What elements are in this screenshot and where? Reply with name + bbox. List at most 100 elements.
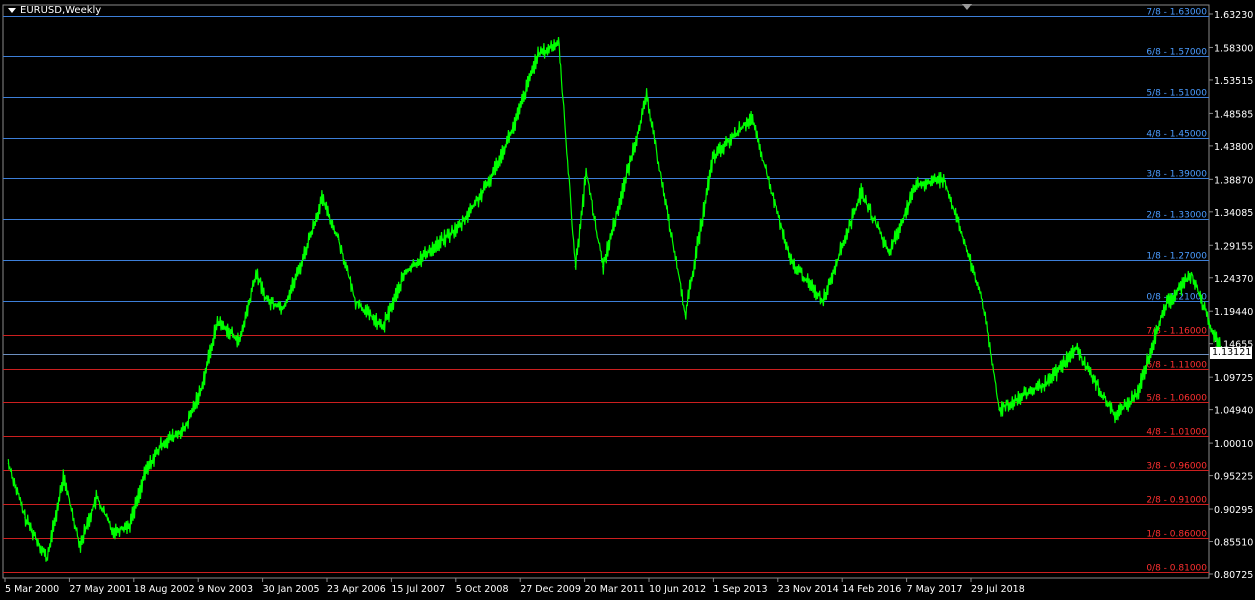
price-point-22: [403, 272, 406, 275]
price-point-21: [381, 327, 384, 329]
price-point-27: [535, 55, 538, 57]
murrey-upper-label-6: 1/8 - 1.27000: [1146, 252, 1207, 262]
y-tick-label-16: 0.85510: [1214, 538, 1253, 549]
price-point-38: [860, 191, 862, 193]
x-tick-label-1: 27 May 2001: [69, 584, 131, 595]
price-point-18: [321, 198, 323, 200]
price-point-24: [458, 225, 461, 227]
price-point-42: [981, 300, 983, 302]
price-point-11: [200, 388, 202, 390]
price-point-12: [216, 320, 218, 322]
y-tick-label-0: 1.63230: [1214, 10, 1253, 21]
murrey-lower-label-4: 3/8 - 0.96000: [1146, 462, 1207, 472]
price-point-19: [337, 238, 339, 241]
price-point-10: [183, 429, 185, 431]
price-point-20: [354, 300, 356, 302]
price-point-36: [789, 259, 791, 261]
y-tick-label-5: 1.38870: [1214, 175, 1253, 186]
price-point-31: [602, 266, 604, 268]
murrey-lower-label-7: 0/8 - 0.81000: [1146, 564, 1207, 574]
y-tick-label-1: 1.58300: [1214, 43, 1253, 54]
x-tick-label-6: 15 Jul 2007: [391, 584, 445, 595]
price-point-43: [998, 408, 1000, 410]
y-tick-label-13: 1.00010: [1214, 439, 1253, 450]
murrey-lower-label-6: 1/8 - 0.86000: [1146, 530, 1207, 540]
y-tick-label-9: 1.19440: [1214, 307, 1253, 318]
murrey-lower-label-1: 6/8 - 1.11000: [1146, 361, 1207, 371]
price-point-4: [79, 544, 81, 546]
price-point-34: [712, 157, 714, 159]
y-tick-label-17: 0.80725: [1214, 570, 1253, 581]
murrey-upper-label-1: 6/8 - 1.57000: [1146, 48, 1207, 58]
price-series-line: [7, 37, 1225, 562]
x-tick-label-11: 1 Sep 2013: [713, 584, 767, 595]
chart-frame[interactable]: 7/8 - 1.63000 6/8 - 1.57000 5/8 - 1.51000 4…: [0, 0, 1255, 600]
dropdown-triangle-icon[interactable]: [8, 8, 16, 13]
plot-frame: [2, 4, 1210, 579]
x-tick-label-0: 5 Mar 2000: [5, 584, 59, 595]
price-point-1: [24, 517, 26, 519]
price-point-39: [888, 252, 890, 254]
price-point-23: [425, 252, 428, 254]
murrey-upper-label-5: 2/8 - 1.33000: [1146, 211, 1207, 221]
x-tick-label-10: 10 Jun 2012: [649, 584, 706, 595]
y-tick-label-3: 1.48585: [1214, 109, 1253, 120]
x-tick-label-8: 27 Dec 2009: [520, 584, 581, 595]
murrey-lower-label-3: 4/8 - 1.01000: [1146, 428, 1207, 438]
price-point-26: [513, 123, 516, 125]
price-point-6: [112, 530, 114, 533]
x-tick-label-14: 7 May 2017: [907, 584, 963, 595]
x-tick-label-3: 9 Nov 2003: [198, 584, 253, 595]
murrey-upper-label-0: 7/8 - 1.63000: [1146, 8, 1207, 18]
price-point-30: [585, 171, 587, 173]
price-point-2: [46, 558, 48, 560]
price-point-48: [1163, 306, 1165, 308]
price-point-0: [7, 462, 9, 465]
price-point-13: [238, 340, 240, 342]
price-point-46: [1113, 415, 1115, 417]
y-tick-label-15: 0.90295: [1214, 505, 1253, 516]
x-tick-label-5: 23 Apr 2006: [327, 584, 386, 595]
price-point-33: [684, 313, 686, 315]
price-point-14: [255, 272, 257, 275]
murrey-lower-label-2: 5/8 - 1.06000: [1146, 394, 1207, 404]
x-tick-label-12: 23 Nov 2014: [778, 584, 839, 595]
x-tick-label-13: 14 Feb 2016: [842, 584, 901, 595]
price-point-5: [95, 496, 97, 499]
murrey-lower-label-5: 2/8 - 0.91000: [1146, 496, 1207, 506]
price-point-45: [1075, 347, 1077, 349]
y-tick-label-8: 1.24370: [1214, 274, 1253, 285]
x-tick-label-9: 20 Mar 2011: [585, 584, 645, 595]
y-tick-label-4: 1.43800: [1214, 142, 1253, 153]
murrey-upper-label-2: 5/8 - 1.51000: [1146, 89, 1207, 99]
x-tick-label-7: 5 Oct 2008: [456, 584, 509, 595]
current-price-label: 1.13121: [1210, 347, 1252, 359]
price-point-25: [486, 184, 488, 186]
price-chart[interactable]: 7/8 - 1.63000 6/8 - 1.57000 5/8 - 1.51000 4…: [0, 0, 1255, 600]
symbol-label[interactable]: EURUSD,Weekly: [8, 5, 101, 16]
price-point-7: [128, 524, 130, 526]
price-point-29: [574, 266, 576, 268]
price-point-32: [646, 96, 648, 98]
x-tick-label-4: 30 Jan 2005: [263, 584, 320, 595]
price-point-47: [1135, 395, 1137, 397]
y-tick-label-12: 1.04940: [1214, 406, 1253, 417]
y-tick-label-6: 1.34085: [1214, 208, 1253, 219]
murrey-upper-label-3: 4/8 - 1.45000: [1146, 130, 1207, 140]
price-point-35: [750, 116, 752, 118]
price-point-3: [62, 476, 64, 478]
price-point-41: [943, 177, 945, 180]
y-tick-label-7: 1.29155: [1214, 241, 1253, 252]
y-tick-label-14: 0.95225: [1214, 472, 1253, 483]
price-point-49: [1190, 272, 1192, 275]
price-point-9: [161, 442, 163, 444]
price-point-28: [557, 42, 560, 44]
price-point-37: [822, 300, 824, 302]
price-point-40: [915, 184, 917, 186]
chart-shift-marker-icon[interactable]: [962, 4, 972, 10]
x-tick-label-2: 18 Aug 2002: [134, 584, 195, 595]
y-tick-label-11: 1.09725: [1214, 373, 1253, 384]
price-point-16: [282, 306, 284, 308]
price-point-17: [299, 266, 301, 268]
price-point-44: [1047, 381, 1049, 383]
